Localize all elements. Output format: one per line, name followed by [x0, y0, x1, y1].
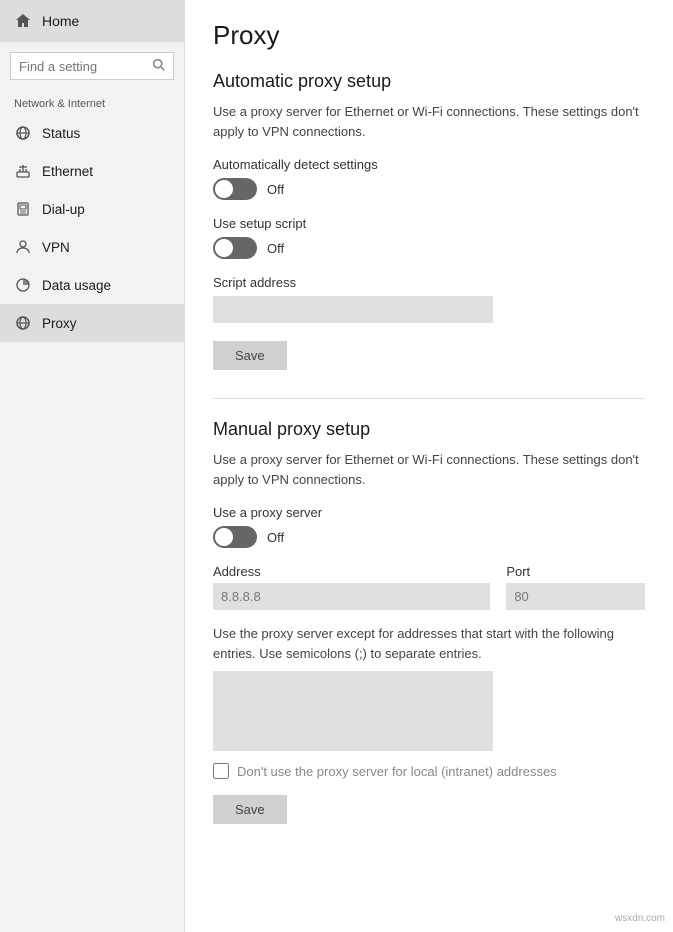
use-proxy-state: Off: [267, 530, 284, 545]
manual-section-title: Manual proxy setup: [213, 419, 645, 440]
auto-save-button[interactable]: Save: [213, 341, 287, 370]
exceptions-textarea[interactable]: [213, 671, 493, 751]
auto-detect-state: Off: [267, 182, 284, 197]
address-group: Address: [213, 564, 490, 610]
auto-detect-knob: [215, 180, 233, 198]
home-button[interactable]: Home: [0, 0, 184, 42]
vpn-icon: [14, 238, 32, 256]
auto-detect-toggle-row: Off: [213, 178, 645, 200]
dialup-icon: [14, 200, 32, 218]
search-box[interactable]: [10, 52, 174, 80]
address-input[interactable]: [213, 583, 490, 610]
auto-description: Use a proxy server for Ethernet or Wi-Fi…: [213, 102, 645, 141]
search-input[interactable]: [19, 59, 146, 74]
use-proxy-knob: [215, 528, 233, 546]
home-icon: [14, 12, 32, 30]
sidebar: Home Network & Internet Status: [0, 0, 185, 932]
exceptions-description: Use the proxy server except for addresse…: [213, 624, 645, 663]
use-script-label: Use setup script: [213, 216, 645, 231]
use-proxy-toggle[interactable]: [213, 526, 257, 548]
manual-save-button[interactable]: Save: [213, 795, 287, 824]
no-local-proxy-label: Don't use the proxy server for local (in…: [237, 764, 557, 779]
sidebar-item-status[interactable]: Status: [0, 114, 184, 152]
page-title: Proxy: [213, 20, 645, 51]
sidebar-item-vpn[interactable]: VPN: [0, 228, 184, 266]
proxy-icon: [14, 314, 32, 332]
search-icon: [152, 58, 165, 74]
home-label: Home: [42, 13, 79, 29]
sidebar-item-ethernet[interactable]: Ethernet: [0, 152, 184, 190]
auto-detect-toggle[interactable]: [213, 178, 257, 200]
sidebar-section-label: Network & Internet: [0, 90, 184, 114]
auto-section-title: Automatic proxy setup: [213, 71, 645, 92]
sidebar-item-label-ethernet: Ethernet: [42, 164, 93, 179]
sidebar-item-label-vpn: VPN: [42, 240, 70, 255]
use-script-state: Off: [267, 241, 284, 256]
sidebar-item-label-dialup: Dial-up: [42, 202, 85, 217]
port-label: Port: [506, 564, 645, 579]
use-script-toggle[interactable]: [213, 237, 257, 259]
address-label: Address: [213, 564, 490, 579]
sidebar-item-label-status: Status: [42, 126, 80, 141]
section-divider: [213, 398, 645, 399]
script-address-input[interactable]: [213, 296, 493, 323]
use-proxy-label: Use a proxy server: [213, 505, 645, 520]
watermark: wsxdn.com: [615, 913, 665, 924]
script-address-label: Script address: [213, 275, 645, 290]
addr-port-row: Address Port: [213, 564, 645, 610]
main-content: Proxy Automatic proxy setup Use a proxy …: [185, 0, 673, 932]
data-usage-icon: [14, 276, 32, 294]
sidebar-item-label-data-usage: Data usage: [42, 278, 111, 293]
sidebar-item-dialup[interactable]: Dial-up: [0, 190, 184, 228]
status-icon: [14, 124, 32, 142]
sidebar-item-data-usage[interactable]: Data usage: [0, 266, 184, 304]
manual-description: Use a proxy server for Ethernet or Wi-Fi…: [213, 450, 645, 489]
use-script-toggle-row: Off: [213, 237, 645, 259]
no-local-proxy-checkbox[interactable]: [213, 763, 229, 779]
ethernet-icon: [14, 162, 32, 180]
auto-detect-label: Automatically detect settings: [213, 157, 645, 172]
use-proxy-toggle-row: Off: [213, 526, 645, 548]
port-input[interactable]: [506, 583, 645, 610]
sidebar-item-proxy[interactable]: Proxy: [0, 304, 184, 342]
use-script-knob: [215, 239, 233, 257]
no-local-proxy-row: Don't use the proxy server for local (in…: [213, 763, 645, 779]
sidebar-item-label-proxy: Proxy: [42, 316, 77, 331]
port-group: Port: [506, 564, 645, 610]
